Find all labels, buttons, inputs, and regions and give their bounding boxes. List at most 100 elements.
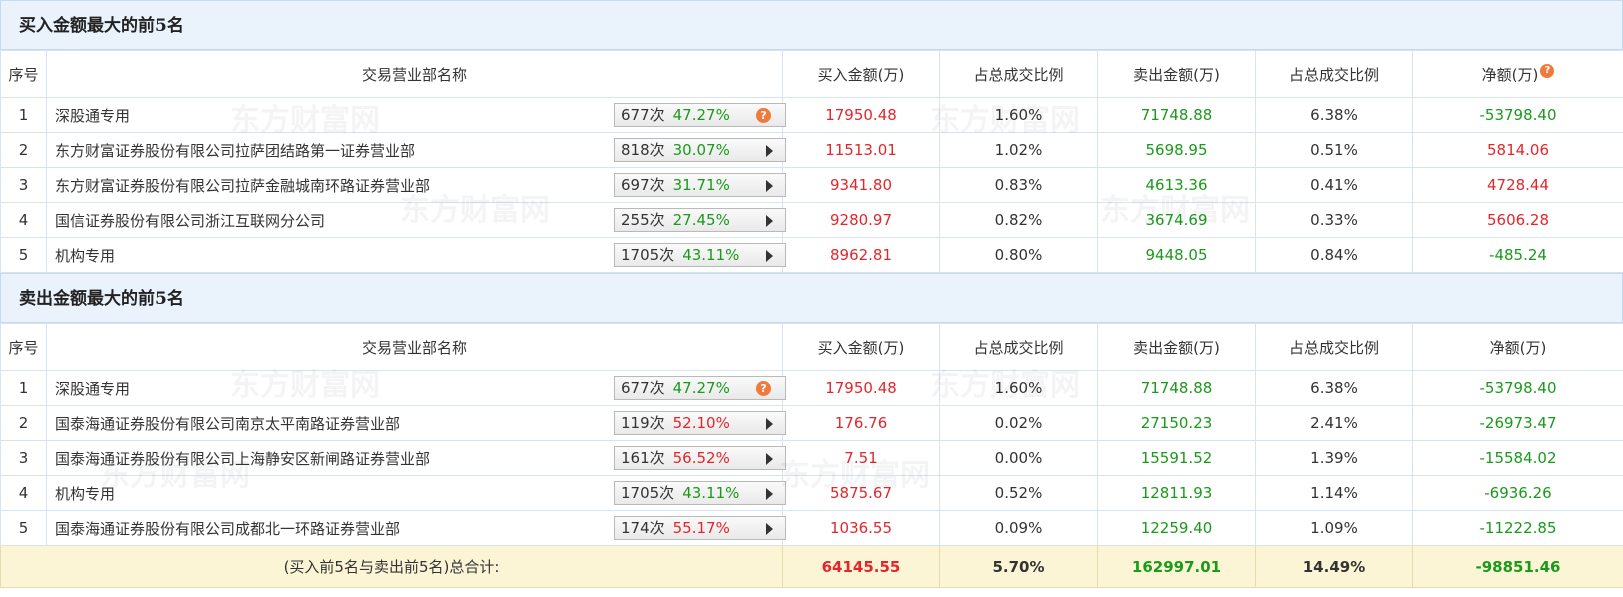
broker-name-link[interactable]: 深股通专用	[55, 380, 130, 398]
buy-ratio: 0.52%	[939, 475, 1098, 511]
col-buy-ratio: 占总成交比例	[939, 323, 1098, 371]
broker-stats-chip[interactable]: 255次 27.45%	[614, 208, 786, 232]
col-net-amount: 净额(万)	[1412, 323, 1623, 371]
sell-ratio: 1.09%	[1255, 510, 1413, 546]
play-arrow-icon[interactable]	[766, 250, 773, 262]
win-rate: 47.27%	[672, 379, 730, 397]
buy-ratio: 0.00%	[939, 440, 1098, 476]
broker-name-link[interactable]: 东方财富证券股份有限公司拉萨金融城南环路证券营业部	[55, 177, 430, 195]
col-broker-name: 交易营业部名称	[46, 323, 783, 371]
win-rate: 31.71%	[672, 176, 730, 194]
row-index: 1	[0, 97, 47, 133]
sell-ratio: 0.51%	[1255, 132, 1413, 168]
play-arrow-icon[interactable]	[766, 523, 773, 535]
win-rate: 43.11%	[682, 246, 740, 264]
sell-amount: 71748.88	[1097, 97, 1256, 133]
broker-name-link[interactable]: 国信证券股份有限公司浙江互联网分公司	[55, 212, 325, 230]
play-arrow-icon[interactable]	[766, 215, 773, 227]
play-arrow-icon[interactable]	[766, 145, 773, 157]
row-index: 5	[0, 510, 47, 546]
broker-stats-chip[interactable]: 119次 52.10%	[614, 411, 786, 435]
play-arrow-icon[interactable]	[766, 180, 773, 192]
play-arrow-icon[interactable]	[766, 418, 773, 430]
row-index: 3	[0, 167, 47, 203]
buy-ratio: 1.60%	[939, 370, 1098, 406]
broker-stats-chip[interactable]: 1705次 43.11%	[614, 481, 786, 505]
row-index: 5	[0, 237, 47, 273]
broker-stats-chip[interactable]: 161次 56.52%	[614, 446, 786, 470]
sell-ratio: 6.38%	[1255, 370, 1413, 406]
buy-amount: 176.76	[782, 405, 940, 441]
broker-stats-chip[interactable]: 174次 55.17%	[614, 516, 786, 540]
total-net: -98851.46	[1412, 545, 1623, 588]
question-icon[interactable]: ?	[756, 381, 771, 396]
sell-amount: 12259.40	[1097, 510, 1256, 546]
sell-amount: 15591.52	[1097, 440, 1256, 476]
col-net-amount: 净额(万)?	[1412, 50, 1623, 98]
col-buy-amount: 买入金额(万)	[782, 50, 940, 98]
broker-name-link[interactable]: 国泰海通证券股份有限公司南京太平南路证券营业部	[55, 415, 400, 433]
win-rate: 27.45%	[672, 211, 730, 229]
sell-table: 序号 交易营业部名称 买入金额(万) 占总成交比例 卖出金额(万) 占总成交比例…	[0, 323, 1623, 588]
buy-amount: 5875.67	[782, 475, 940, 511]
broker-stats-chip[interactable]: 818次 30.07%	[614, 138, 786, 162]
sell-ratio: 2.41%	[1255, 405, 1413, 441]
win-rate: 52.10%	[672, 414, 730, 432]
broker-name-link[interactable]: 东方财富证券股份有限公司拉萨团结路第一证券营业部	[55, 142, 415, 160]
broker-name-link[interactable]: 国泰海通证券股份有限公司成都北一环路证券营业部	[55, 520, 400, 538]
buy-table-header: 序号 交易营业部名称 买入金额(万) 占总成交比例 卖出金额(万) 占总成交比例…	[0, 50, 1623, 98]
table-row: 2 东方财富证券股份有限公司拉萨团结路第一证券营业部 818次 30.07% 11513…	[0, 132, 1623, 168]
trade-times: 818次	[621, 141, 665, 159]
total-sell: 162997.01	[1097, 545, 1256, 588]
dragon-tiger-list: 买入金额最大的前5名 序号 交易营业部名称 买入金额(万) 占总成交比例 卖出金…	[0, 0, 1623, 597]
broker-name-link[interactable]: 机构专用	[55, 485, 115, 503]
table-row: 4 机构专用 1705次 43.11% 5875.67 0.52% 12811.93 1.14…	[0, 475, 1623, 511]
table-row: 3 东方财富证券股份有限公司拉萨金融城南环路证券营业部 697次 31.71% 9341…	[0, 167, 1623, 203]
trade-times: 1705次	[621, 484, 675, 502]
total-row: (买入前5名与卖出前5名)总合计: 64145.55 5.70% 162997.…	[0, 545, 1623, 588]
table-row: 1 深股通专用 677次 47.27%? 17950.48 1.60% 71748.88 6.…	[0, 370, 1623, 406]
total-label: (买入前5名与卖出前5名)总合计:	[0, 545, 783, 588]
trade-times: 1705次	[621, 246, 675, 264]
broker-stats-chip[interactable]: 1705次 43.11%	[614, 243, 786, 267]
broker-stats-chip[interactable]: 697次 31.71%	[614, 173, 786, 197]
play-arrow-icon[interactable]	[766, 488, 773, 500]
trade-times: 161次	[621, 449, 665, 467]
net-amount: -11222.85	[1412, 510, 1623, 546]
row-index: 2	[0, 405, 47, 441]
col-sell-amount: 卖出金额(万)	[1097, 323, 1256, 371]
col-buy-amount: 买入金额(万)	[782, 323, 940, 371]
trade-times: 677次	[621, 106, 665, 124]
broker-name-link[interactable]: 国泰海通证券股份有限公司上海静安区新闸路证券营业部	[55, 450, 430, 468]
net-amount: -6936.26	[1412, 475, 1623, 511]
win-rate: 56.52%	[672, 449, 730, 467]
buy-amount: 1036.55	[782, 510, 940, 546]
sell-amount: 5698.95	[1097, 132, 1256, 168]
broker-stats-chip[interactable]: 677次 47.27%?	[614, 103, 786, 127]
sell-amount: 27150.23	[1097, 405, 1256, 441]
net-amount: 5606.28	[1412, 202, 1623, 238]
table-row: 1 深股通专用 677次 47.27%? 17950.48 1.60% 71748.88 6.…	[0, 97, 1623, 133]
col-sell-amount: 卖出金额(万)	[1097, 50, 1256, 98]
play-arrow-icon[interactable]	[766, 453, 773, 465]
trade-times: 677次	[621, 379, 665, 397]
sell-ratio: 1.14%	[1255, 475, 1413, 511]
question-icon[interactable]: ?	[756, 108, 771, 123]
sell-section-title: 卖出金额最大的前5名	[0, 273, 1623, 323]
col-sell-ratio: 占总成交比例	[1255, 50, 1413, 98]
row-index: 2	[0, 132, 47, 168]
buy-ratio: 0.02%	[939, 405, 1098, 441]
broker-stats-chip[interactable]: 677次 47.27%?	[614, 376, 786, 400]
broker-name-link[interactable]: 深股通专用	[55, 107, 130, 125]
broker-name-link[interactable]: 机构专用	[55, 247, 115, 265]
table-row: 5 国泰海通证券股份有限公司成都北一环路证券营业部 174次 55.17% 1036.5…	[0, 510, 1623, 546]
sell-ratio: 1.39%	[1255, 440, 1413, 476]
win-rate: 30.07%	[672, 141, 730, 159]
question-icon[interactable]: ?	[1540, 63, 1555, 78]
trade-times: 119次	[621, 414, 665, 432]
net-amount: -15584.02	[1412, 440, 1623, 476]
sell-ratio: 0.33%	[1255, 202, 1413, 238]
buy-ratio: 0.80%	[939, 237, 1098, 273]
col-index: 序号	[0, 323, 47, 371]
buy-table: 序号 交易营业部名称 买入金额(万) 占总成交比例 卖出金额(万) 占总成交比例…	[0, 50, 1623, 273]
